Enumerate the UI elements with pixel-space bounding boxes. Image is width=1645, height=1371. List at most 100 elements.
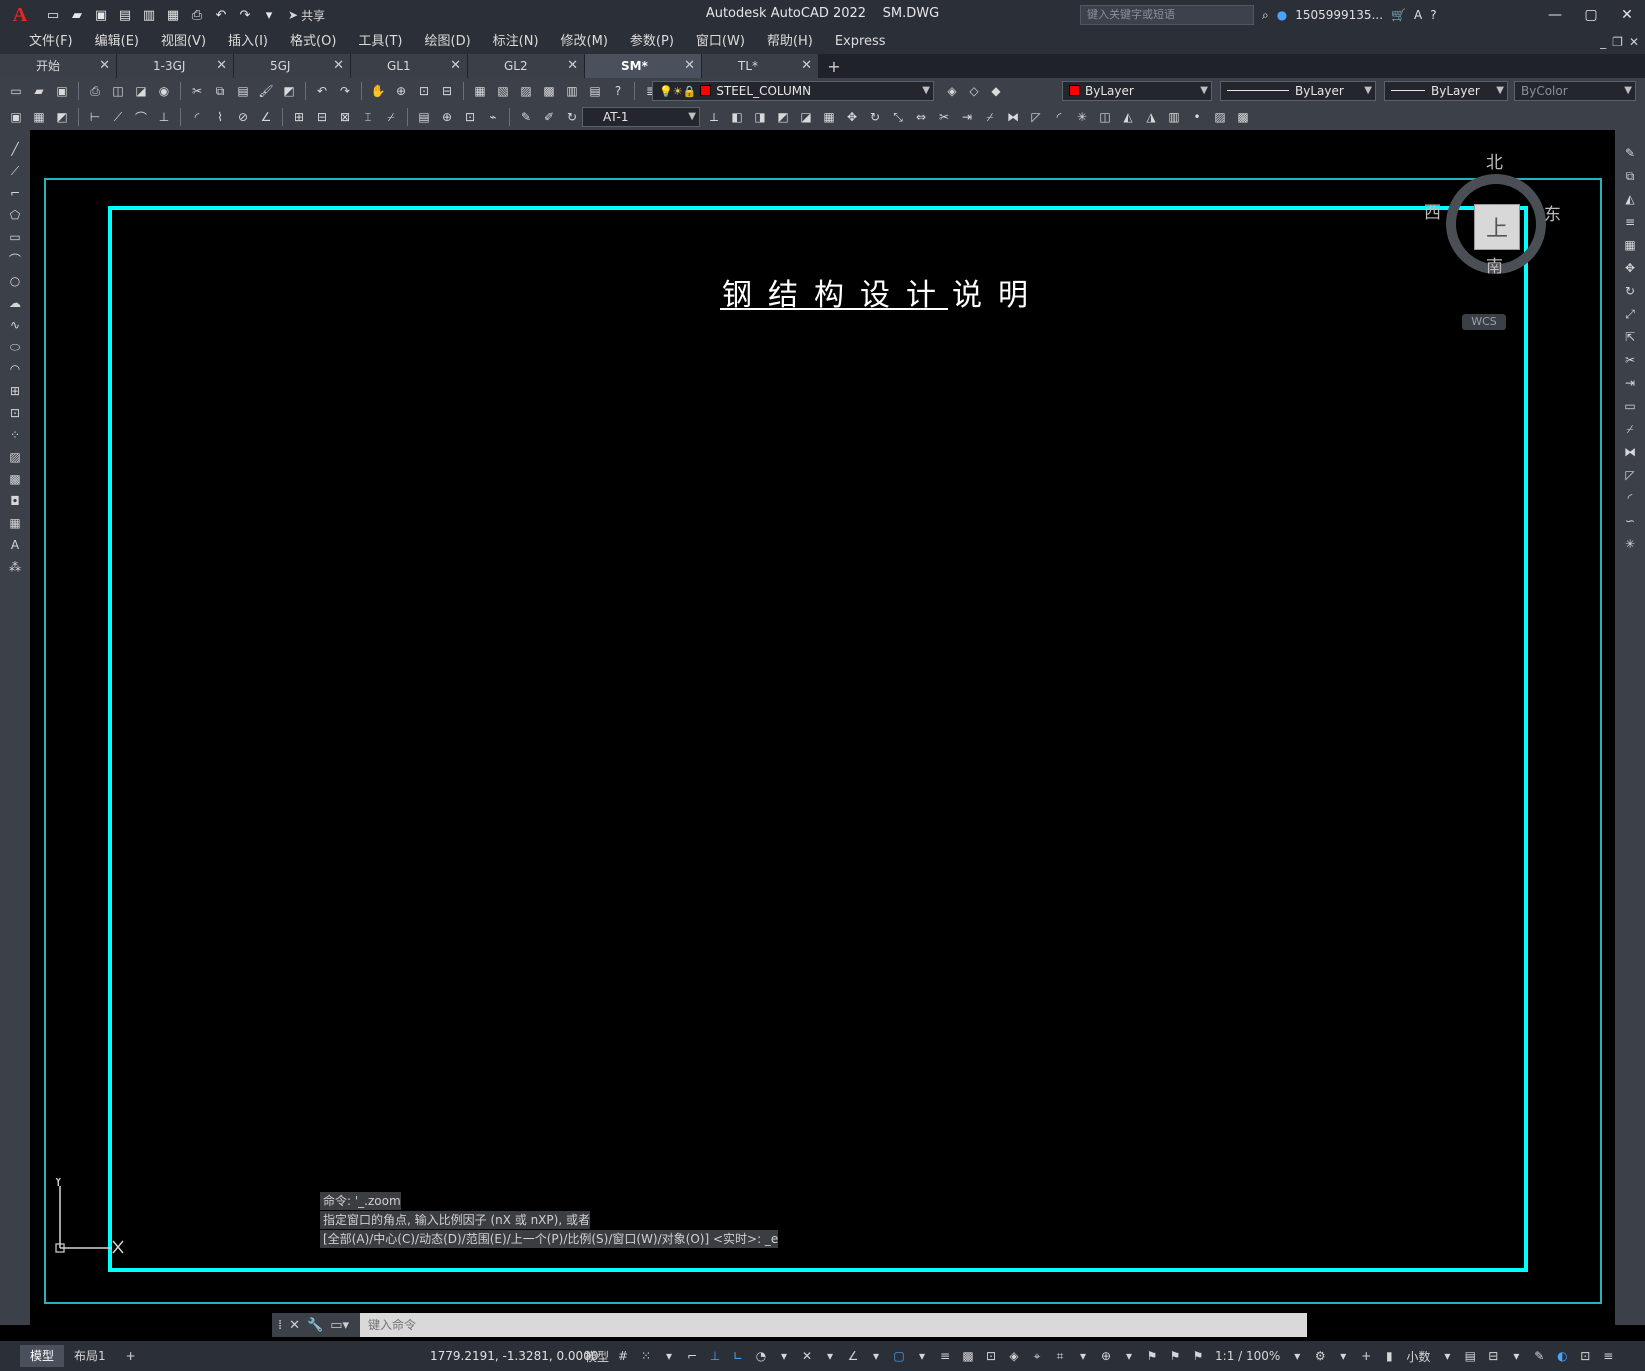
chevron-down-icon[interactable]: ▾ <box>1120 1346 1138 1366</box>
region-icon[interactable]: ▣ <box>6 107 26 127</box>
help-icon[interactable]: ? <box>1430 8 1436 22</box>
dim-text-edit-icon[interactable]: ✐ <box>539 107 559 127</box>
make-block-icon[interactable]: ▥ <box>1164 107 1184 127</box>
ellipse-arc-icon[interactable]: ◠ <box>5 360 25 378</box>
menu-format[interactable]: 格式(O) <box>279 30 347 54</box>
pan-icon[interactable]: ✋ <box>368 81 388 101</box>
fillet-icon[interactable]: ◜ <box>1620 489 1640 507</box>
tab-start[interactable]: 开始 ✕ <box>0 54 117 78</box>
block-editor-icon[interactable]: ◩ <box>279 81 299 101</box>
move-icon[interactable]: ✥ <box>1620 259 1640 277</box>
tab-gl2[interactable]: GL2 ✕ <box>468 54 585 78</box>
polyline-icon[interactable]: ⌐ <box>5 184 25 202</box>
design-center-icon[interactable]: ▧ <box>493 81 513 101</box>
trim-icon[interactable]: ✂ <box>1620 351 1640 369</box>
explode-icon[interactable]: ✳ <box>1620 535 1640 553</box>
open-icon[interactable]: ▰ <box>29 81 49 101</box>
array-icon[interactable]: ▦ <box>819 107 839 127</box>
group-icon[interactable]: ◫ <box>1095 107 1115 127</box>
point-icon[interactable]: • <box>1187 107 1207 127</box>
close-icon[interactable]: ✕ <box>289 1318 300 1333</box>
tab-layout1[interactable]: 布局1 <box>64 1345 116 1367</box>
layer-isolate-icon[interactable]: ◆ <box>986 81 1006 101</box>
offset-icon[interactable]: ≡ <box>1620 213 1640 231</box>
rotate-icon[interactable]: ↻ <box>1620 282 1640 300</box>
grid-icon[interactable]: # <box>614 1346 632 1366</box>
offset-icon[interactable]: ◪ <box>796 107 816 127</box>
menu-help[interactable]: 帮助(H) <box>756 30 824 54</box>
arc-length-icon[interactable]: ⌒ <box>131 107 151 127</box>
revision-cloud-icon[interactable]: ☁ <box>5 294 25 312</box>
erase-icon[interactable]: ✎ <box>1620 144 1640 162</box>
tab-model[interactable]: 模型 <box>20 1345 65 1367</box>
color-dropdown[interactable]: ByLayer ▼ <box>1062 81 1212 101</box>
paste-icon[interactable]: ▤ <box>233 81 253 101</box>
annotation-visibility-icon[interactable]: ⚑ <box>1143 1346 1161 1366</box>
array-icon[interactable]: ▦ <box>1620 236 1640 254</box>
rectangle-icon[interactable]: ▭ <box>5 228 25 246</box>
model-space-toggle[interactable]: 模型 <box>585 1346 609 1366</box>
graphics-performance-icon[interactable]: ◐ <box>1553 1346 1571 1366</box>
doc-close-icon[interactable]: ✕ <box>1629 35 1639 49</box>
plot-icon[interactable]: ⎙ <box>85 81 105 101</box>
lineweight-icon[interactable]: ≡ <box>936 1346 954 1366</box>
tab-close-icon[interactable]: ✕ <box>333 54 344 78</box>
erase-icon[interactable]: ◧ <box>727 107 747 127</box>
ortho-icon[interactable]: ∟ <box>729 1346 747 1366</box>
ungroup-icon[interactable]: ◭ <box>1118 107 1138 127</box>
circle-icon[interactable]: ○ <box>5 272 25 290</box>
plot-icon[interactable]: ⎙ <box>188 6 206 24</box>
copy-object-icon[interactable]: ◨ <box>750 107 770 127</box>
compass-west[interactable]: 西 <box>1424 198 1441 223</box>
dynamic-input-icon[interactable]: ⊥ <box>706 1346 724 1366</box>
tab-gl1[interactable]: GL1 ✕ <box>351 54 468 78</box>
line-icon[interactable]: ╱ <box>5 140 25 158</box>
save-icon[interactable]: ▣ <box>52 81 72 101</box>
menu-insert[interactable]: 插入(I) <box>217 30 279 54</box>
chevron-down-icon[interactable]: ▾ <box>1507 1346 1525 1366</box>
search-icon[interactable]: ⌕ <box>1262 8 1269 23</box>
menu-dimension[interactable]: 标注(N) <box>482 30 550 54</box>
tolerance-icon[interactable]: ▤ <box>414 107 434 127</box>
save-icon[interactable]: ▣ <box>92 6 110 24</box>
construction-line-icon[interactable]: ⟋ <box>5 162 25 180</box>
scale-icon[interactable]: ⤢ <box>1620 305 1640 323</box>
chevron-down-icon[interactable]: ▾ <box>1288 1346 1306 1366</box>
point-icon[interactable]: ⁘ <box>5 426 25 444</box>
angular-dim-icon[interactable]: ∠ <box>256 107 276 127</box>
compass-north[interactable]: 北 <box>1486 148 1503 173</box>
viewcube-top-face[interactable]: 上 <box>1474 204 1520 250</box>
maximize-icon[interactable]: ▢ <box>1573 0 1609 30</box>
lock-ui-icon[interactable]: ⊟ <box>1484 1346 1502 1366</box>
tab-1-3gj[interactable]: 1-3GJ ✕ <box>117 54 234 78</box>
zoom-realtime-icon[interactable]: ⊕ <box>391 81 411 101</box>
plotstyle-dropdown[interactable]: ByColor ▼ <box>1514 81 1636 101</box>
jogged-dim-icon[interactable]: ⌇ <box>210 107 230 127</box>
minimize-icon[interactable]: — <box>1537 0 1573 30</box>
transparency-icon[interactable]: ▩ <box>959 1346 977 1366</box>
hatch-icon[interactable]: ▨ <box>1210 107 1230 127</box>
explode-icon[interactable]: ✳ <box>1072 107 1092 127</box>
chevron-down-icon[interactable]: ▾ <box>1074 1346 1092 1366</box>
quick-dim-icon[interactable]: ⊞ <box>289 107 309 127</box>
ellipse-icon[interactable]: ⬭ <box>5 338 25 356</box>
mirror-icon[interactable]: ◭ <box>1620 190 1640 208</box>
break-at-point-icon[interactable]: ▭ <box>1620 397 1640 415</box>
baseline-dim-icon[interactable]: ⊟ <box>312 107 332 127</box>
radius-dim-icon[interactable]: ◜ <box>187 107 207 127</box>
tab-close-icon[interactable]: ✕ <box>567 54 578 78</box>
join-icon[interactable]: ⧓ <box>1620 443 1640 461</box>
close-icon[interactable]: ✕ <box>1609 0 1645 30</box>
object-snap-icon[interactable]: ▢ <box>890 1346 908 1366</box>
chevron-down-icon[interactable]: ▾ <box>775 1346 793 1366</box>
share-button[interactable]: ➤ 共享 <box>284 7 325 24</box>
chamfer-icon[interactable]: ◸ <box>1620 466 1640 484</box>
gizmo-icon[interactable]: ⊕ <box>1097 1346 1115 1366</box>
polygon-icon[interactable]: ⬠ <box>5 206 25 224</box>
multiline-text-icon[interactable]: A <box>5 536 25 554</box>
ordinate-dim-icon[interactable]: ⊥ <box>154 107 174 127</box>
make-current-layer-icon[interactable]: ◈ <box>942 81 962 101</box>
grip-handle-icon[interactable]: ⁞ <box>278 1318 282 1333</box>
hatch-icon[interactable]: ▨ <box>5 448 25 466</box>
copy-icon[interactable]: ⧉ <box>210 81 230 101</box>
